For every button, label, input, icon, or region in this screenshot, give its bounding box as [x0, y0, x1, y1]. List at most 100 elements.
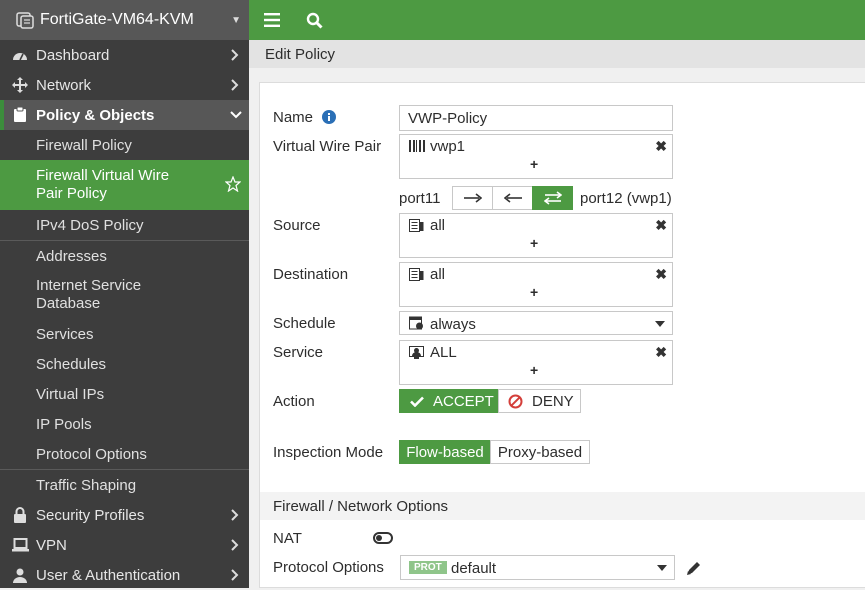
arrow-right-icon: [463, 193, 482, 203]
add-icon[interactable]: +: [530, 156, 538, 172]
sidebar-item-traffic-shaping[interactable]: Traffic Shaping: [0, 470, 249, 500]
clipboard-icon: [11, 107, 29, 123]
calendar-clock-icon: [409, 316, 423, 330]
user-icon: [11, 568, 29, 583]
deny-button[interactable]: DENY: [498, 389, 581, 413]
destination-field[interactable]: all ✖ +: [399, 262, 673, 307]
info-icon[interactable]: [322, 110, 336, 124]
add-icon[interactable]: +: [530, 284, 538, 300]
vwp-field[interactable]: vwp1 ✖ +: [399, 134, 673, 179]
schedule-value: always: [430, 316, 476, 333]
schedule-label: Schedule: [273, 315, 336, 332]
source-label: Source: [273, 217, 321, 234]
chevron-down-icon: [230, 111, 242, 119]
sidebar-item-dos-policy[interactable]: IPv4 DoS Policy: [0, 210, 249, 240]
name-value: VWP-Policy: [408, 110, 488, 127]
sidebar-item-ip-pools[interactable]: IP Pools: [0, 409, 249, 439]
source-field[interactable]: all ✖ +: [399, 213, 673, 258]
service-label: Service: [273, 344, 324, 361]
direction-both-button[interactable]: [532, 186, 573, 210]
nav-network[interactable]: Network: [0, 70, 249, 100]
deny-label: DENY: [532, 392, 574, 410]
address-icon: [409, 219, 424, 232]
sidebar-item-label: Services: [36, 325, 94, 343]
direction-left-button[interactable]: [492, 186, 533, 210]
remove-icon[interactable]: ✖: [655, 217, 667, 234]
sidebar-item-schedules[interactable]: Schedules: [0, 349, 249, 379]
nav-label: User & Authentication: [36, 566, 181, 584]
caret-down-icon: [655, 321, 665, 327]
action-label: Action: [273, 393, 315, 410]
dashboard-icon: [11, 48, 29, 62]
nav-label: Security Profiles: [36, 506, 145, 524]
port-left-label: port11: [399, 190, 441, 207]
nav-policy-objects[interactable]: Policy & Objects: [0, 100, 249, 130]
pencil-icon[interactable]: [686, 561, 701, 576]
sidebar: FortiGate-VM64-KVM ▼ Dashboard Network P…: [0, 0, 249, 588]
chevron-right-icon: [231, 509, 239, 521]
swap-arrows-icon: [543, 191, 562, 205]
nav-label: Dashboard: [36, 46, 110, 64]
sidebar-item-services[interactable]: Services: [0, 319, 249, 349]
chevron-right-icon: [231, 79, 239, 91]
arrow-left-icon: [503, 193, 522, 203]
device-selector[interactable]: FortiGate-VM64-KVM ▼: [0, 0, 249, 40]
chevron-right-icon: [231, 569, 239, 581]
proxy-based-button[interactable]: Proxy-based: [490, 440, 590, 464]
laptop-icon: [11, 538, 29, 552]
sidebar-item-label: Firewall Policy: [36, 136, 132, 154]
nav-dashboard[interactable]: Dashboard: [0, 40, 249, 70]
check-icon: [410, 396, 424, 407]
network-icon: [11, 77, 29, 93]
nat-label: NAT: [273, 530, 302, 547]
service-field[interactable]: ALL ✖ +: [399, 340, 673, 385]
nav-user-auth[interactable]: User & Authentication: [0, 560, 249, 590]
nav-label: Network: [36, 76, 92, 94]
accept-button[interactable]: ACCEPT: [399, 389, 499, 413]
schedule-select[interactable]: always: [399, 311, 673, 335]
direction-right-button[interactable]: [452, 186, 493, 210]
remove-icon[interactable]: ✖: [655, 138, 667, 155]
nav-label: VPN: [36, 536, 67, 554]
add-icon[interactable]: +: [530, 235, 538, 251]
search-icon[interactable]: [304, 10, 324, 30]
sidebar-item-label: Virtual IPs: [36, 385, 105, 403]
nav-vpn[interactable]: VPN: [0, 530, 249, 560]
destination-value: all: [430, 266, 446, 283]
inspection-label: Inspection Mode: [273, 444, 384, 461]
toggle-knob: [376, 535, 382, 541]
remove-icon[interactable]: ✖: [655, 344, 667, 361]
name-input[interactable]: VWP-Policy: [399, 105, 673, 131]
flow-based-label: Flow-based: [406, 443, 484, 461]
star-icon[interactable]: [225, 176, 241, 192]
sidebar-item-label: Addresses: [36, 247, 107, 265]
remove-icon[interactable]: ✖: [655, 266, 667, 283]
sidebar-item-isdb[interactable]: Internet Service Database: [0, 271, 249, 319]
port-right-label: port12 (vwp1): [580, 190, 672, 207]
nat-toggle[interactable]: [373, 532, 393, 544]
section-title: Firewall / Network Options: [273, 497, 449, 515]
add-icon[interactable]: +: [530, 362, 538, 378]
protocol-select[interactable]: PROT default: [400, 555, 675, 580]
destination-label: Destination: [273, 266, 349, 283]
menu-icon[interactable]: [262, 10, 282, 30]
nav-security-profiles[interactable]: Security Profiles: [0, 500, 249, 530]
vwp-label: Virtual Wire Pair: [273, 138, 382, 155]
sidebar-item-firewall-policy[interactable]: Firewall Policy: [0, 130, 249, 160]
sidebar-item-vwp-policy[interactable]: Firewall Virtual Wire Pair Policy: [0, 160, 249, 210]
lock-icon: [11, 507, 29, 523]
sidebar-item-vips[interactable]: Virtual IPs: [0, 379, 249, 409]
accept-label: ACCEPT: [433, 392, 494, 410]
proxy-based-label: Proxy-based: [497, 443, 583, 461]
fortigate-logo-icon: [16, 12, 34, 29]
section-header: Firewall / Network Options: [260, 492, 865, 520]
caret-down-icon: [657, 565, 667, 571]
sidebar-item-protocol-options[interactable]: Protocol Options: [0, 439, 249, 469]
sidebar-item-addresses[interactable]: Addresses: [0, 241, 249, 271]
address-icon: [409, 268, 424, 281]
flow-based-button[interactable]: Flow-based: [399, 440, 491, 464]
interface-icon: [409, 140, 425, 152]
sidebar-item-label: IPv4 DoS Policy: [36, 216, 144, 234]
nav-label: Policy & Objects: [36, 106, 155, 124]
caret-down-icon: ▼: [231, 14, 241, 26]
